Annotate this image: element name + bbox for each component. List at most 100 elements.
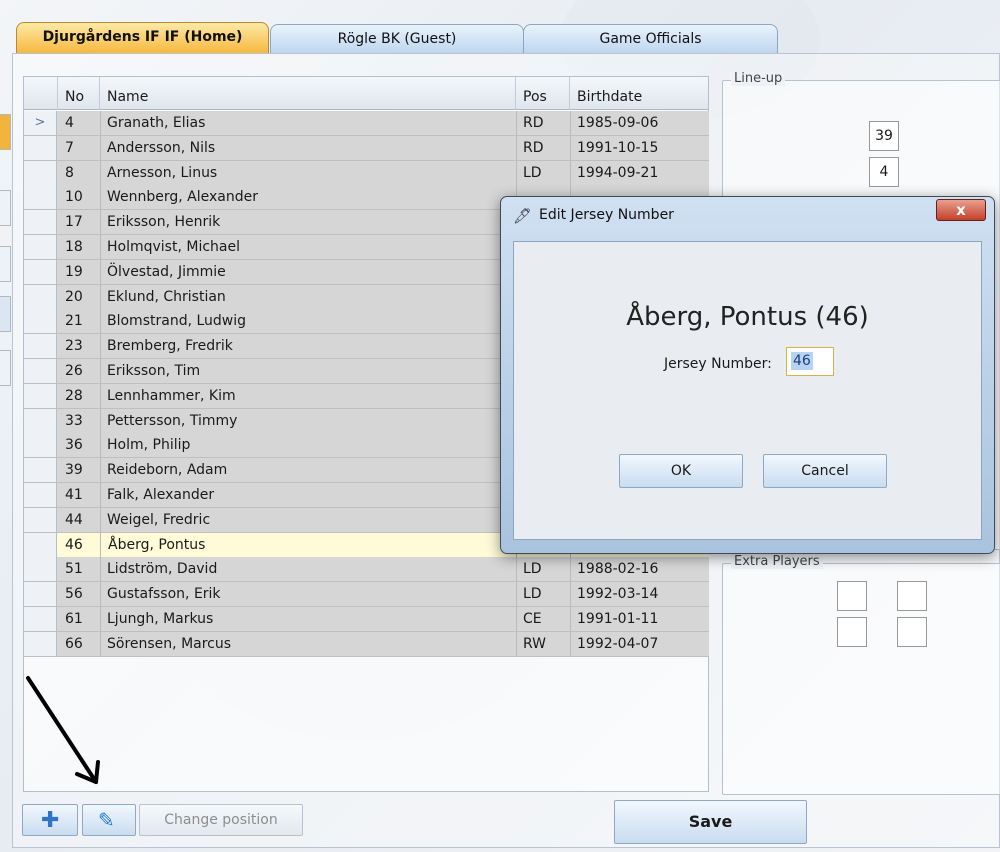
tab-guest-team[interactable]: Rögle BK (Guest) <box>270 24 524 54</box>
cell-birthdate: 1994-09-21 <box>577 164 659 181</box>
row-header[interactable] <box>24 532 57 557</box>
add-player-button[interactable]: ✚ <box>22 804 78 836</box>
table-row[interactable]: 56 Gustafsson, Erik LD 1992-03-14 <box>24 582 709 608</box>
jersey-number-label: Jersey Number: <box>664 356 772 372</box>
side-handle[interactable] <box>0 114 11 150</box>
cell-pos: LD <box>523 586 542 603</box>
cell-birthdate: 1991-01-11 <box>577 611 659 627</box>
row-header[interactable] <box>24 408 57 433</box>
side-handle[interactable] <box>0 296 11 332</box>
column-header-pos[interactable]: Pos <box>516 77 570 110</box>
cell-no: 41 <box>65 487 83 503</box>
jersey-number-input[interactable]: 46 <box>786 347 834 376</box>
close-button[interactable]: x <box>936 199 986 221</box>
cell-birthdate: 1988-02-16 <box>577 561 659 578</box>
row-header[interactable] <box>24 359 57 383</box>
row-header[interactable] <box>24 483 57 507</box>
edit-jersey-dialog: 🖋 Edit Jersey Number x Åberg, Pontus (46… <box>500 196 995 554</box>
cell-name: Bremberg, Fredrik <box>107 338 233 355</box>
cell-birthdate: 1985-09-06 <box>577 115 659 131</box>
row-header[interactable] <box>24 160 57 185</box>
row-header[interactable] <box>24 433 57 458</box>
row-header[interactable] <box>24 631 57 656</box>
table-row[interactable]: 7 Andersson, Nils RD 1991-10-15 <box>24 135 709 161</box>
lineup-slot[interactable]: 39 <box>869 121 899 151</box>
tab-home-team[interactable]: Djurgårdens IF IF (Home) <box>16 22 269 54</box>
cell-pos: RW <box>523 635 547 652</box>
change-position-button[interactable]: Change position <box>139 804 303 836</box>
cell-name: Weigel, Fredric <box>107 511 211 528</box>
cell-no: 19 <box>65 263 83 280</box>
table-row[interactable]: 8 Arnesson, Linus LD 1994-09-21 <box>24 160 709 186</box>
cell-no: 44 <box>65 511 83 528</box>
cell-no: 8 <box>65 164 74 181</box>
row-header[interactable] <box>24 582 57 607</box>
cell-no: 66 <box>65 635 83 652</box>
row-header[interactable] <box>24 309 57 334</box>
cell-birthdate: 1992-03-14 <box>577 586 659 603</box>
cell-name: Falk, Alexander <box>107 487 215 503</box>
cell-no: 39 <box>65 462 83 479</box>
side-handle[interactable] <box>0 350 11 386</box>
cell-no: 18 <box>65 239 83 255</box>
row-header[interactable] <box>24 210 57 235</box>
row-header[interactable] <box>24 284 57 309</box>
cell-name: Andersson, Nils <box>107 139 216 156</box>
cell-no: 61 <box>65 611 83 627</box>
table-row[interactable]: 66 Sörensen, Marcus RW 1992-04-07 <box>24 631 709 657</box>
cell-pos: RD <box>523 115 544 131</box>
table-row[interactable]: >4 Granath, Elias RD 1985-09-06 <box>24 111 709 136</box>
jersey-number-value: 46 <box>791 352 813 370</box>
dialog-title: Edit Jersey Number <box>539 207 674 223</box>
table-row[interactable]: 51 Lidström, David LD 1988-02-16 <box>24 557 709 583</box>
row-header[interactable] <box>24 135 57 160</box>
row-header[interactable] <box>24 383 57 408</box>
extra-player-slot[interactable] <box>837 617 867 647</box>
cell-name: Lennhammer, Kim <box>107 387 236 404</box>
plus-icon: ✚ <box>41 808 60 833</box>
edit-player-button[interactable]: ✎ <box>82 804 136 836</box>
save-button[interactable]: Save <box>614 800 807 844</box>
cell-no: 7 <box>65 139 74 156</box>
ok-button[interactable]: OK <box>619 454 743 488</box>
row-header[interactable] <box>24 507 57 532</box>
column-header-no[interactable]: No <box>58 77 100 110</box>
cancel-button[interactable]: Cancel <box>763 454 887 488</box>
cell-name: Reideborn, Adam <box>107 462 228 479</box>
grid-header: No Name Pos Birthdate <box>24 77 708 110</box>
side-handle[interactable] <box>0 190 11 226</box>
cell-no: 36 <box>65 437 83 454</box>
row-header[interactable] <box>24 334 57 359</box>
column-header-name[interactable]: Name <box>100 77 516 110</box>
cell-name: Lidström, David <box>107 561 218 578</box>
cell-name: Eklund, Christian <box>107 288 226 305</box>
row-header[interactable]: > <box>24 111 57 135</box>
extra-player-slot[interactable] <box>837 581 867 611</box>
cell-name: Eriksson, Henrik <box>107 214 221 231</box>
row-header[interactable] <box>24 185 57 210</box>
table-row[interactable]: 61 Ljungh, Markus CE 1991-01-11 <box>24 607 709 632</box>
cell-name: Pettersson, Timmy <box>107 412 238 429</box>
app-icon: 🖋 <box>513 207 533 225</box>
cell-no: 28 <box>65 387 83 404</box>
row-header[interactable] <box>24 259 57 284</box>
cell-birthdate: 1991-10-15 <box>577 139 659 156</box>
cell-no: 51 <box>65 561 83 578</box>
side-handle[interactable] <box>0 246 11 282</box>
row-header[interactable] <box>24 607 57 631</box>
row-header[interactable] <box>24 557 57 582</box>
column-header-birthdate[interactable]: Birthdate <box>570 77 709 110</box>
cell-no: 20 <box>65 288 83 305</box>
row-header[interactable] <box>24 458 57 483</box>
row-header-corner <box>24 77 58 110</box>
row-header[interactable] <box>24 235 57 259</box>
extra-player-slot[interactable] <box>897 581 927 611</box>
cell-name: Eriksson, Tim <box>107 363 201 379</box>
cell-pos: CE <box>523 611 542 627</box>
extra-player-slot[interactable] <box>897 617 927 647</box>
tab-game-officials[interactable]: Game Officials <box>523 24 778 54</box>
cell-no: 33 <box>65 412 83 429</box>
cell-no: 17 <box>65 214 83 231</box>
lineup-slot[interactable]: 4 <box>869 157 899 187</box>
cell-name: Granath, Elias <box>107 115 206 131</box>
